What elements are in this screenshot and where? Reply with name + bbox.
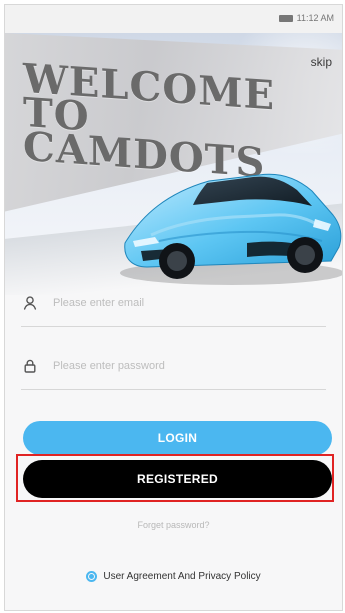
skip-button[interactable]: skip <box>311 55 332 69</box>
radio-dot <box>89 574 95 579</box>
status-right: 11:12 AM <box>278 13 334 23</box>
app-screen: 11:12 AM WELCOME TO CAMDOTS skip Please … <box>4 4 343 611</box>
status-time: 11:12 AM <box>296 13 334 23</box>
password-field <box>21 343 326 390</box>
status-bar: 11:12 AM <box>5 5 342 33</box>
battery-icon <box>278 14 293 22</box>
agreement-row[interactable]: User Agreement And Privacy Policy <box>5 571 342 582</box>
login-button[interactable]: LOGIN <box>23 421 332 455</box>
email-input[interactable] <box>51 296 305 310</box>
agreement-text: User Agreement And Privacy Policy <box>103 571 261 582</box>
login-form <box>21 280 326 406</box>
hero-banner: WELCOME TO CAMDOTS skip <box>5 33 342 295</box>
email-field <box>21 280 326 327</box>
radio-icon[interactable] <box>86 571 98 582</box>
registered-button[interactable]: REGISTERED <box>23 460 332 498</box>
user-icon <box>21 294 39 312</box>
password-input[interactable] <box>51 359 305 373</box>
lock-icon <box>21 357 39 375</box>
forgot-password-link[interactable]: Forget password? <box>5 520 342 530</box>
car-illustration <box>120 173 342 285</box>
